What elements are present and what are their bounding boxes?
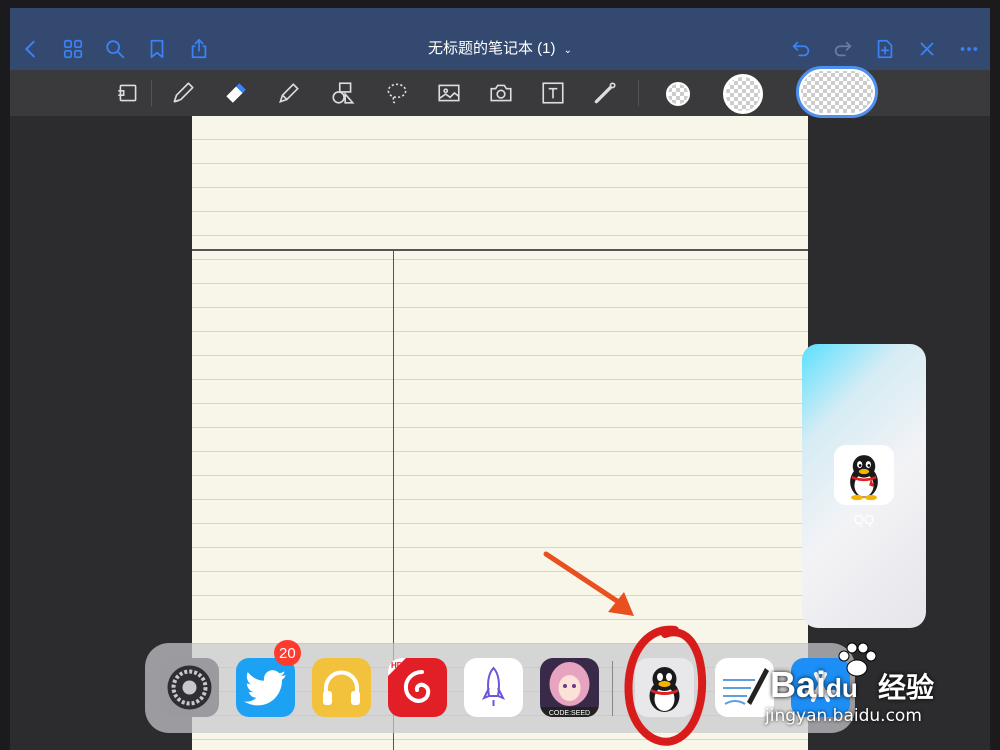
eraser-size-medium[interactable] [723,74,763,114]
twitter-bird-icon [236,658,295,717]
dock-app-code-seed[interactable]: CODE:SEED [540,658,599,717]
eraser-size-large-selected[interactable] [796,66,878,118]
dock-app-settings[interactable] [160,658,219,717]
baidu-watermark-brand: Baidu [770,664,858,705]
ipad-screen: 无标题的笔记本 (1) ⌄ QQ HD CODE:SEED [10,8,990,750]
eraser-size-small[interactable] [666,82,690,106]
orange-arrow-annotation [543,551,634,616]
settings-gear-icon [160,658,219,717]
pen-icon[interactable] [168,78,198,108]
more-icon[interactable] [956,36,982,62]
code-seed-caption: CODE:SEED [549,710,590,717]
toolbar-divider [638,80,639,106]
drawing-toolbar [10,66,990,118]
dock-app-shadowrocket[interactable] [464,658,523,717]
redo-icon[interactable] [830,36,856,62]
dock-divider [612,661,613,716]
twitter-notification-badge: 20 [274,640,301,666]
rocket-icon [464,658,523,717]
anime-game-icon: CODE:SEED [540,658,599,717]
chevron-down-icon: ⌄ [563,45,573,56]
dock: HD CODE:SEED [145,643,855,733]
qq-app-icon[interactable] [834,445,894,505]
dock-app-music[interactable] [312,658,371,717]
close-icon[interactable] [914,36,940,62]
laser-pointer-icon[interactable] [590,78,620,108]
camera-icon[interactable] [486,78,516,108]
highlighter-icon[interactable] [274,78,304,108]
image-icon[interactable] [434,78,464,108]
read-mode-icon[interactable] [113,78,143,108]
lasso-icon[interactable] [382,78,412,108]
dock-app-netease-music[interactable]: HD [388,658,447,717]
text-icon[interactable] [538,78,568,108]
notebook-title: 无标题的笔记本 (1) [427,40,556,57]
headphones-icon [312,658,371,717]
toolbar-divider [151,80,152,106]
shapes-icon[interactable] [328,78,358,108]
top-navigation-bar: 无标题的笔记本 (1) ⌄ [10,8,990,70]
netease-music-icon: HD [388,658,447,717]
undo-icon[interactable] [788,36,814,62]
dock-app-twitter[interactable] [236,658,295,717]
baidu-watermark-url: jingyan.baidu.com [765,706,922,726]
eraser-icon[interactable] [220,78,250,108]
svg-text:HD: HD [391,661,403,670]
cornell-header-divider [192,249,808,251]
baidu-watermark-jingyan: 经验 [878,672,935,703]
slide-over-app-label: QQ [853,512,875,527]
red-circle-annotation [624,625,707,746]
add-page-icon[interactable] [872,36,898,62]
qq-penguin-icon [850,455,878,501]
slide-over-window[interactable]: QQ [802,344,926,628]
